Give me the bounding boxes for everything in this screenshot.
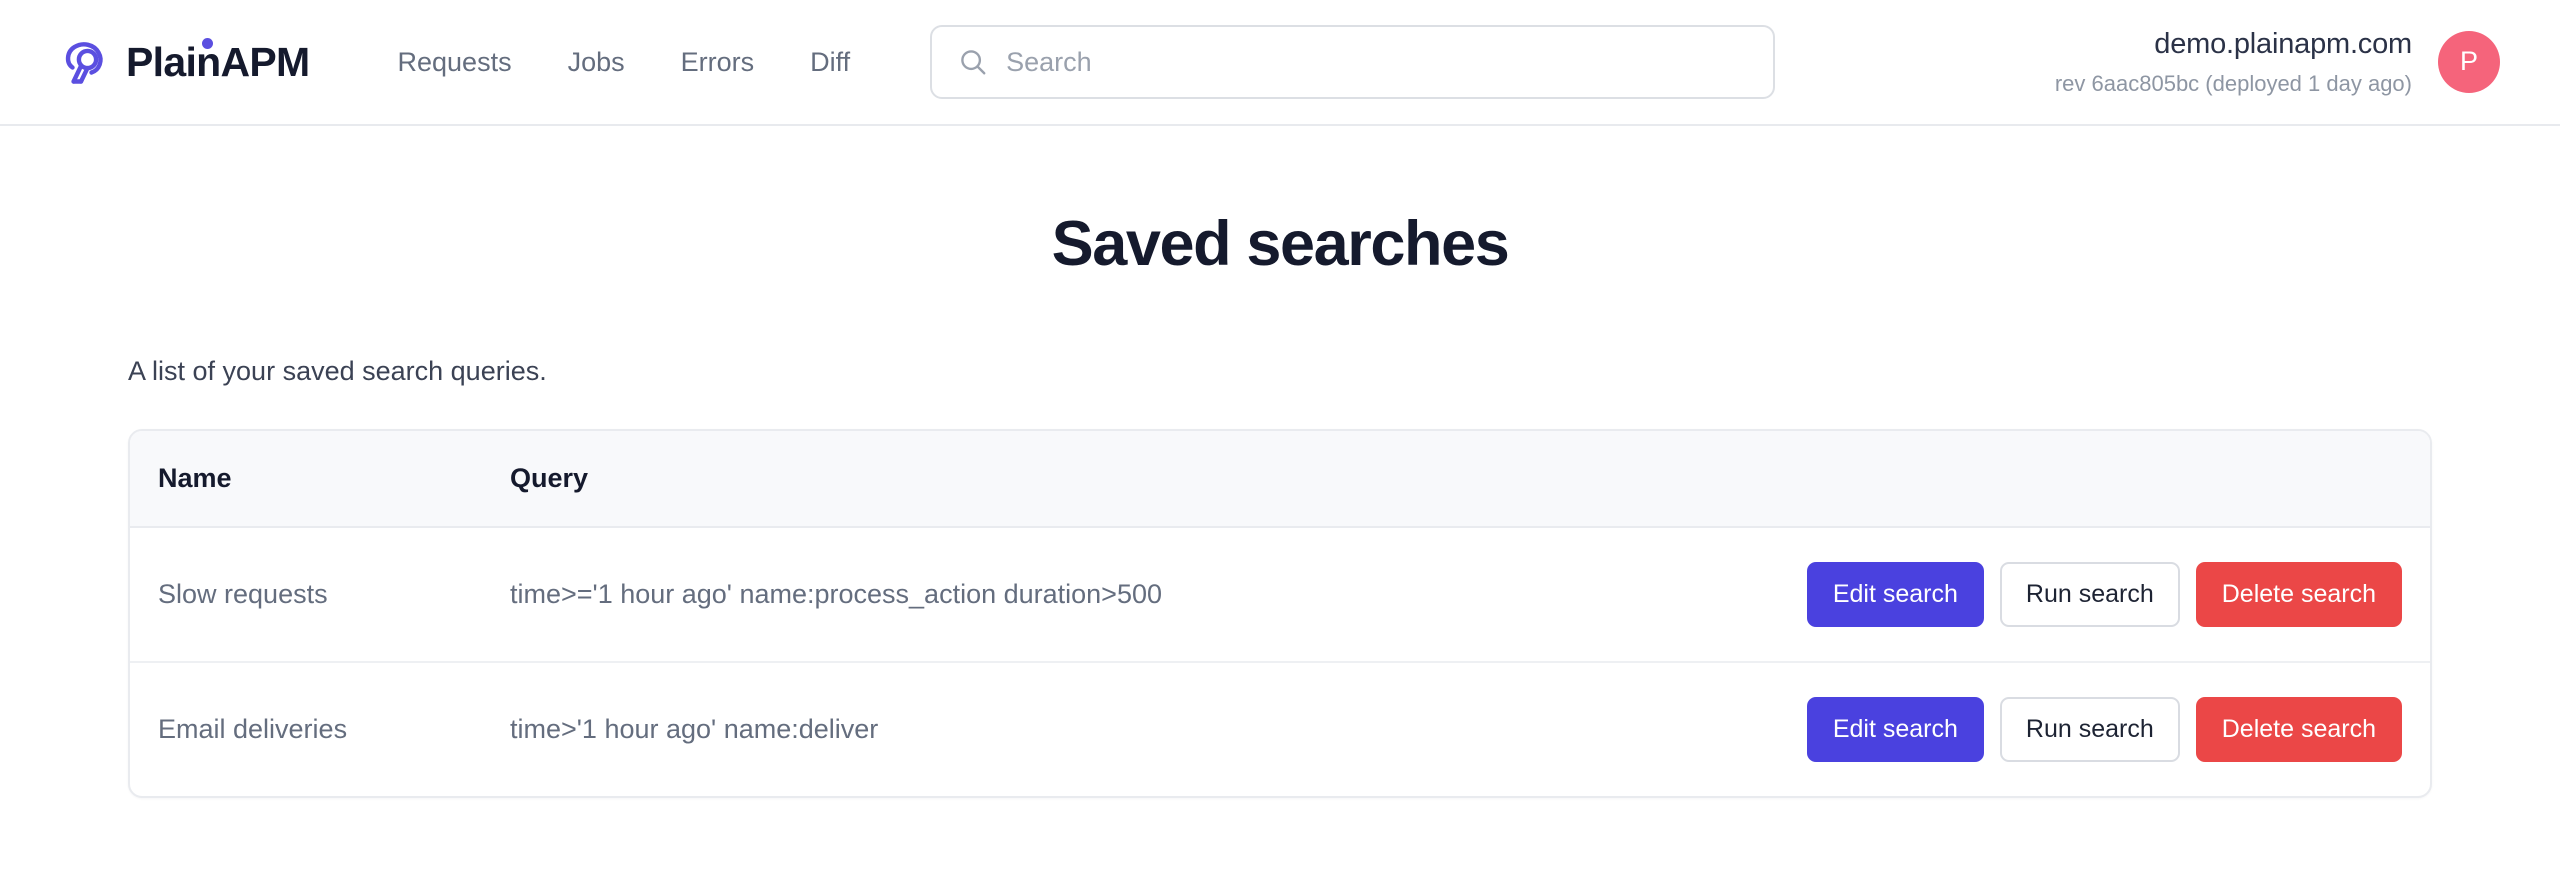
brand-name: PlainAPM — [126, 37, 310, 85]
site-header: PlainAPM Requests Jobs Errors Diff demo.… — [0, 0, 2560, 126]
deployment-info: demo.plainapm.com rev 6aac805bc (deploye… — [2055, 25, 2412, 99]
cell-search-name: Email deliveries — [130, 661, 510, 796]
nav-item-diff[interactable]: Diff — [782, 39, 878, 86]
header-account-area: demo.plainapm.com rev 6aac805bc (deploye… — [2055, 25, 2500, 99]
cell-search-name: Slow requests — [158, 579, 328, 609]
cell-search-query: time>='1 hour ago' name:process_action d… — [510, 579, 1162, 609]
search-box[interactable] — [930, 25, 1776, 99]
run-search-button[interactable]: Run search — [1999, 697, 2180, 762]
edit-search-button[interactable]: Edit search — [1806, 562, 1984, 627]
delete-search-button[interactable]: Delete search — [2195, 697, 2402, 762]
page-description: A list of your saved search queries. — [128, 356, 547, 386]
page-content: Saved searches A list of your saved sear… — [0, 208, 2560, 798]
cell-row-actions: Edit search Run search Delete search — [1790, 527, 2430, 662]
cell-search-query: time>'1 hour ago' name:deliver — [510, 661, 1790, 796]
column-header-query: Query — [510, 431, 1790, 528]
table-body: Slow requests time>='1 hour ago' name:pr… — [130, 527, 2430, 796]
page-title: Saved searches — [1051, 209, 1510, 279]
search-input[interactable] — [1006, 27, 1748, 97]
main-nav: Requests Jobs Errors Diff — [370, 39, 879, 86]
column-header-name: Name — [130, 431, 510, 528]
table-header: Name Query — [130, 431, 2430, 528]
saved-searches-card: Name Query Slow requests time>='1 hour a… — [128, 429, 2432, 798]
brand-name-text: PlainAPM — [126, 38, 310, 85]
saved-searches-table: Name Query Slow requests time>='1 hour a… — [130, 431, 2430, 796]
avatar[interactable]: P — [2438, 30, 2500, 93]
nav-item-errors[interactable]: Errors — [653, 39, 783, 86]
cell-row-actions: Edit search Run search Delete search — [1790, 661, 2430, 796]
table-row: Slow requests time>='1 hour ago' name:pr… — [130, 527, 2430, 662]
host-name: demo.plainapm.com — [2154, 28, 2412, 61]
edit-search-button[interactable]: Edit search — [1806, 697, 1984, 762]
brand-home-link[interactable]: PlainAPM — [60, 36, 310, 88]
avatar-initial: P — [2459, 46, 2478, 77]
nav-item-requests[interactable]: Requests — [370, 39, 540, 86]
revision-info: rev 6aac805bc (deployed 1 day ago) — [2054, 71, 2412, 97]
run-search-button[interactable]: Run search — [1999, 562, 2180, 627]
table-row: Email deliveries time>'1 hour ago' name:… — [130, 661, 2430, 796]
nav-item-jobs[interactable]: Jobs — [540, 39, 653, 86]
column-header-actions — [1790, 431, 2430, 528]
plainapm-logo-icon — [60, 36, 112, 88]
brand-dot-icon — [202, 37, 213, 49]
table-header-row: Name Query — [130, 431, 2430, 528]
action-group: Edit search Run search Delete search — [1790, 562, 2402, 627]
search-icon — [958, 47, 988, 77]
delete-search-button[interactable]: Delete search — [2195, 562, 2402, 627]
action-group: Edit search Run search Delete search — [1790, 697, 2402, 762]
